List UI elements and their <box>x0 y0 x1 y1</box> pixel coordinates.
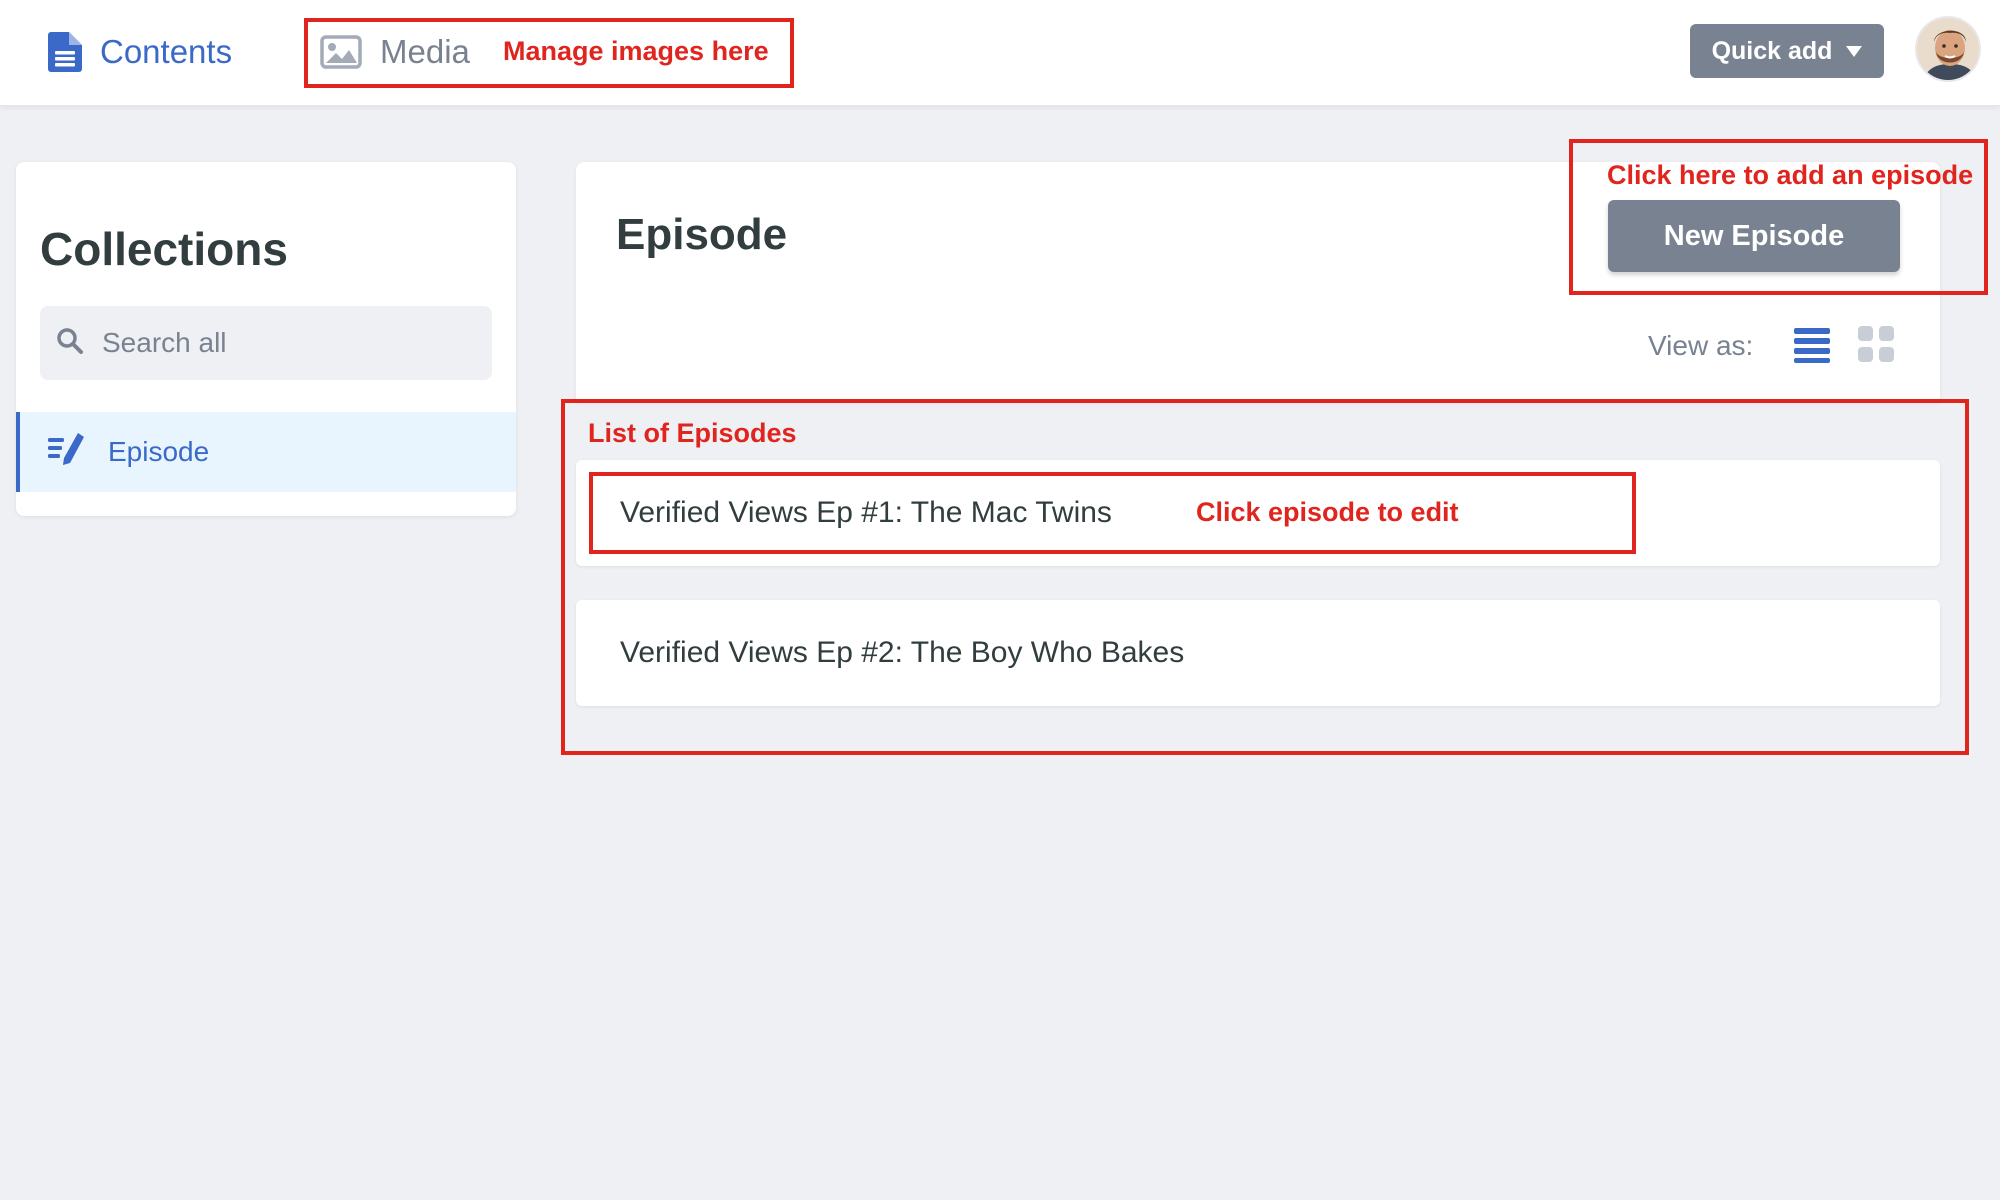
page-title: Episode <box>616 210 788 259</box>
annotation-box-list <box>561 399 1969 755</box>
sidebar-title: Collections <box>40 223 288 275</box>
annotation-entry: Click episode to edit <box>1196 497 1459 527</box>
annotation-list: List of Episodes <box>588 418 797 448</box>
search-icon <box>56 327 84 360</box>
annotation-new-episode: Click here to add an episode <box>1607 160 1974 190</box>
nav-contents-label: Contents <box>100 33 233 70</box>
sidebar-item-episode[interactable]: Episode <box>16 412 516 492</box>
search-box[interactable] <box>40 306 492 380</box>
quick-add-label: Quick add <box>1711 36 1833 65</box>
top-bar: Contents Media Quick add <box>0 0 2000 106</box>
collections-sidebar: Collections Episode <box>16 162 516 516</box>
list-view-icon[interactable] <box>1792 324 1832 369</box>
annotation-box-entry <box>589 472 1636 554</box>
nav-contents[interactable]: Contents <box>48 26 232 78</box>
caret-down-icon <box>1846 45 1863 57</box>
avatar[interactable] <box>1915 16 1981 82</box>
document-icon <box>48 32 82 72</box>
search-input[interactable] <box>102 327 462 359</box>
grid-view-icon[interactable] <box>1856 324 1896 369</box>
view-as-label: View as: <box>1648 330 1754 361</box>
quick-add-button[interactable]: Quick add <box>1690 24 1884 78</box>
annotation-media: Manage images here <box>503 36 769 66</box>
edit-list-icon <box>48 432 86 473</box>
sidebar-item-label: Episode <box>108 436 210 467</box>
app-window: Contents Media Quick add Collections Sea… <box>0 0 2000 1200</box>
